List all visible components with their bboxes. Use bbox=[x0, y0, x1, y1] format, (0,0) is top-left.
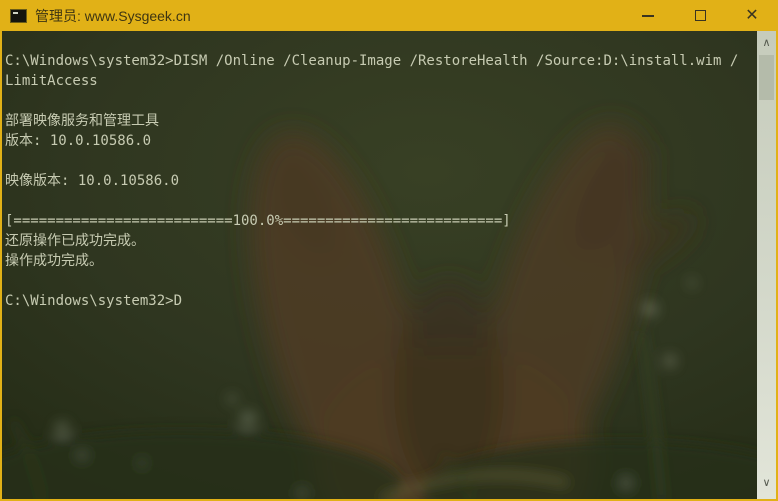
scroll-up-icon[interactable]: ∧ bbox=[757, 33, 776, 51]
prompt-line: C:\Windows\system32>D bbox=[5, 293, 183, 309]
maximize-button[interactable] bbox=[674, 0, 726, 31]
terminal-output: C:\Windows\system32>DISM /Online /Cleanu… bbox=[2, 31, 757, 311]
window-title: 管理员: www.Sysgeek.cn bbox=[35, 7, 191, 24]
cmd-admin-window: 管理员: www.Sysgeek.cn ✕ C:\Windows\system3… bbox=[0, 0, 778, 501]
close-button[interactable]: ✕ bbox=[726, 0, 778, 31]
terminal-line: 映像版本: 10.0.10586.0 bbox=[5, 173, 180, 189]
terminal-line: 部署映像服务和管理工具 bbox=[5, 113, 159, 129]
vertical-scrollbar[interactable]: ∧ ∨ bbox=[757, 31, 776, 499]
minimize-button[interactable] bbox=[622, 0, 674, 31]
close-icon: ✕ bbox=[745, 6, 759, 24]
window-titlebar[interactable]: 管理员: www.Sysgeek.cn ✕ bbox=[0, 0, 778, 31]
maximize-icon bbox=[694, 10, 706, 21]
terminal-line: 还原操作已成功完成。 bbox=[5, 233, 145, 249]
terminal-line: C:\Windows\system32>DISM /Online /Cleanu… bbox=[5, 53, 739, 69]
scrollbar-thumb[interactable] bbox=[759, 55, 774, 100]
scroll-down-icon[interactable]: ∨ bbox=[757, 473, 776, 491]
terminal-line: LimitAccess bbox=[5, 73, 98, 89]
terminal-line: 操作成功完成。 bbox=[5, 253, 103, 269]
terminal-line: [==========================100.0%=======… bbox=[5, 213, 511, 229]
terminal-screen[interactable]: C:\Windows\system32>DISM /Online /Cleanu… bbox=[2, 31, 776, 499]
terminal-line: 版本: 10.0.10586.0 bbox=[5, 133, 152, 149]
minimize-icon bbox=[642, 14, 654, 17]
window-controls: ✕ bbox=[622, 0, 778, 31]
cmd-window-icon[interactable] bbox=[10, 8, 27, 23]
